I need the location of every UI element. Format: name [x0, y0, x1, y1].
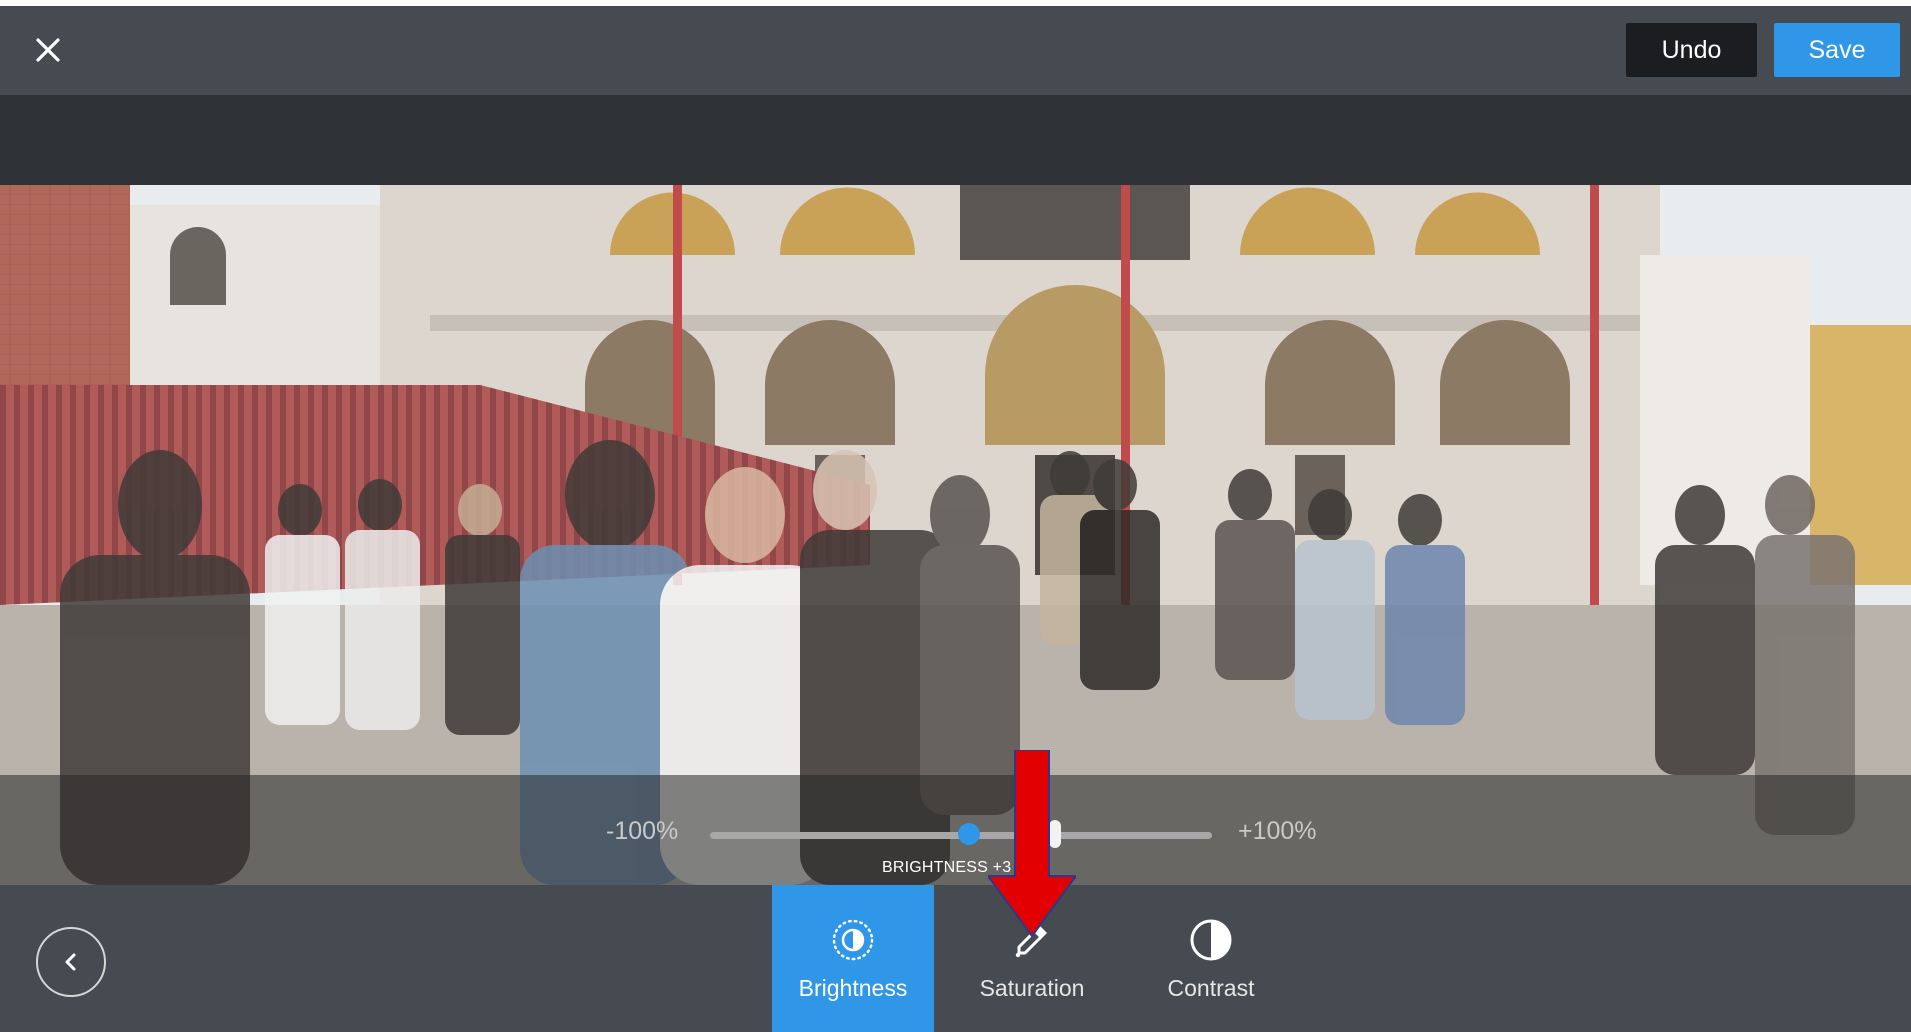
brightness-icon	[830, 917, 876, 963]
tool-contrast[interactable]: Contrast	[1130, 885, 1292, 1032]
slider-min-label: -100%	[606, 817, 679, 845]
save-button[interactable]: Save	[1774, 23, 1900, 77]
close-button[interactable]	[26, 28, 70, 72]
undo-button[interactable]: Undo	[1626, 23, 1757, 77]
annotation-arrow-icon	[988, 750, 1076, 938]
close-icon	[36, 38, 60, 62]
brightness-slider[interactable]	[710, 820, 1212, 848]
slider-handle[interactable]	[957, 823, 980, 845]
chevron-left-icon	[65, 953, 76, 971]
adjustment-slider-panel: -100% +100% BRIGHTNESS +3	[0, 775, 1911, 885]
slider-max-label: +100%	[1238, 817, 1317, 845]
tool-label: Contrast	[1167, 975, 1255, 1001]
photo-editor: Undo Save -100% +100% BRIGHTNESS +3 Brig…	[0, 6, 1911, 1032]
contrast-icon	[1188, 917, 1234, 963]
canvas-padding	[0, 95, 1911, 185]
back-button[interactable]	[36, 927, 106, 997]
tool-label: Brightness	[798, 975, 908, 1001]
top-toolbar: Undo Save	[0, 6, 1911, 95]
tool-brightness[interactable]: Brightness	[772, 885, 934, 1032]
tool-label: Saturation	[979, 975, 1085, 1001]
adjustment-toolbar: Brightness Saturation Contrast	[0, 885, 1911, 1032]
